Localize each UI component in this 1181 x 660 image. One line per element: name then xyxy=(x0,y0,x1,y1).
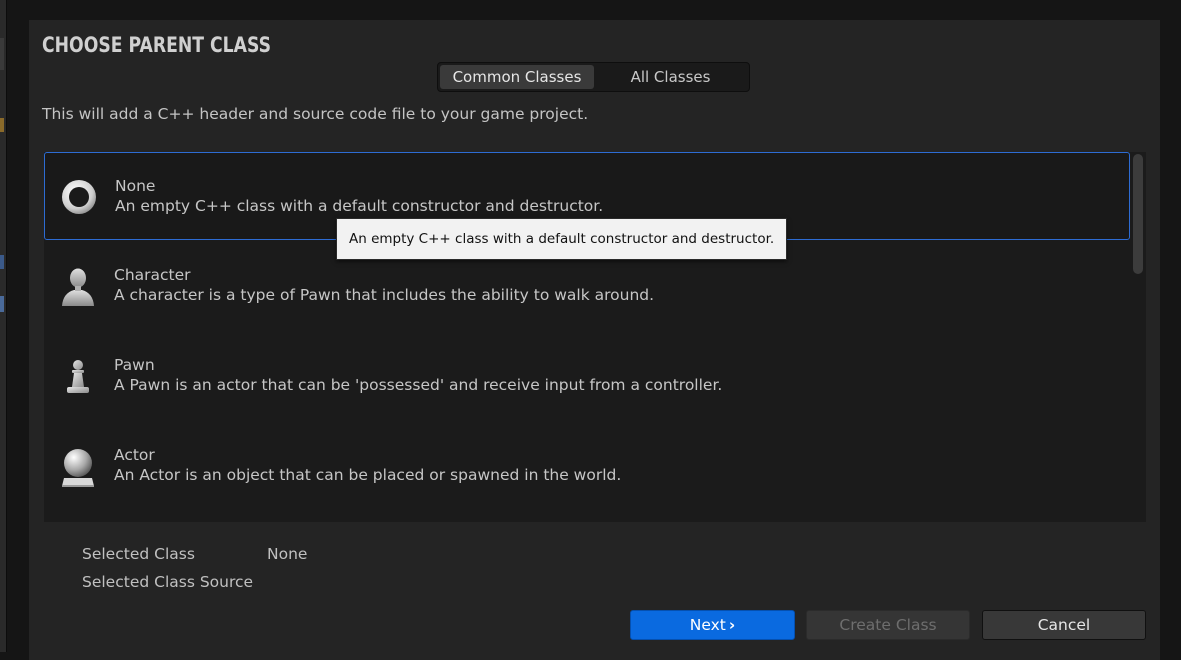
editor-background-edge xyxy=(0,0,7,652)
edge-mark xyxy=(0,296,4,312)
chess-pawn-icon xyxy=(58,354,98,398)
class-name: Actor xyxy=(114,446,155,464)
edge-mark xyxy=(0,118,4,132)
class-description: An empty C++ class with a default constr… xyxy=(115,197,604,215)
create-class-button[interactable]: Create Class xyxy=(806,610,970,640)
class-description-tooltip: An empty C++ class with a default constr… xyxy=(336,218,788,260)
class-list-scrollbar[interactable] xyxy=(1133,154,1143,274)
class-list: None An empty C++ class with a default c… xyxy=(44,152,1146,522)
edge-mark xyxy=(0,255,4,269)
edge-mark xyxy=(0,38,4,70)
dialog-subtitle: This will add a C++ header and source co… xyxy=(42,105,589,123)
tab-all-classes[interactable]: All Classes xyxy=(594,65,747,89)
class-description: An Actor is an object that can be placed… xyxy=(114,466,622,484)
empty-ring-icon xyxy=(59,175,99,219)
selected-class-label: Selected Class xyxy=(82,545,195,563)
next-button-label: Next xyxy=(689,616,726,634)
choose-parent-class-dialog: CHOOSE PARENT CLASS Common Classes All C… xyxy=(29,20,1160,660)
next-button[interactable]: Next › xyxy=(630,610,795,640)
class-description: A Pawn is an actor that can be 'possesse… xyxy=(114,376,723,394)
class-name: None xyxy=(115,177,156,195)
class-filter-tabs: Common Classes All Classes xyxy=(437,62,750,92)
character-bust-icon xyxy=(58,264,98,308)
class-row-actor[interactable]: Actor An Actor is an object that can be … xyxy=(44,422,1130,510)
cancel-button[interactable]: Cancel xyxy=(982,610,1146,640)
sphere-on-stand-icon xyxy=(58,444,98,488)
class-description: A character is a type of Pawn that inclu… xyxy=(114,286,655,304)
dialog-title: CHOOSE PARENT CLASS xyxy=(42,33,271,57)
chevron-right-icon: › xyxy=(728,616,736,634)
selected-class-value: None xyxy=(267,545,308,563)
class-row-pawn[interactable]: Pawn A Pawn is an actor that can be 'pos… xyxy=(44,332,1130,420)
tab-common-classes[interactable]: Common Classes xyxy=(440,65,594,89)
selected-class-source-label: Selected Class Source xyxy=(82,573,254,591)
class-name: Pawn xyxy=(114,356,155,374)
class-name: Character xyxy=(114,266,191,284)
